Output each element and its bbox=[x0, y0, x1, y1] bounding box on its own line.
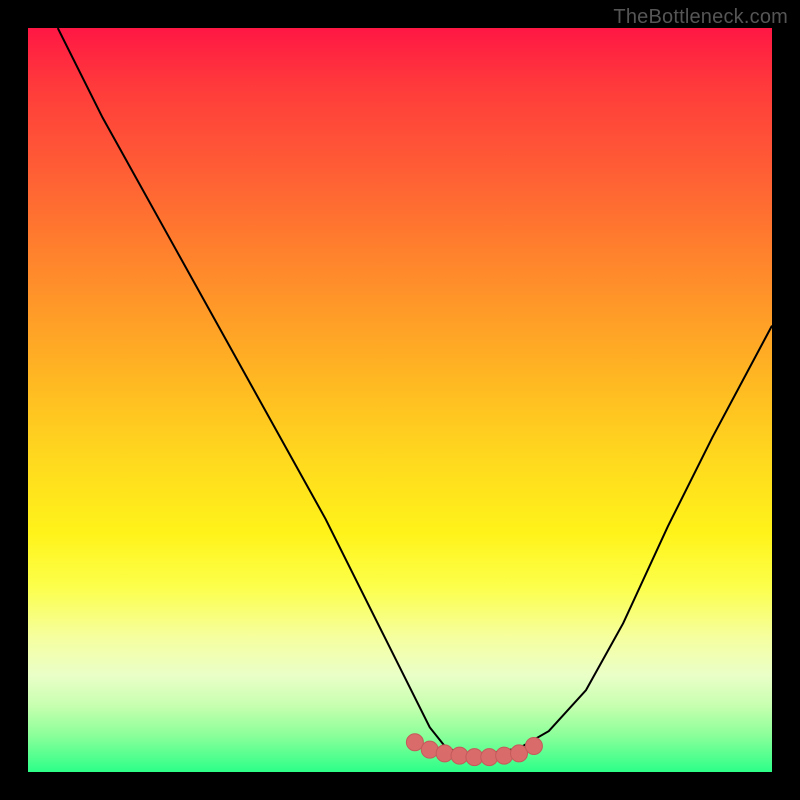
marker-dot bbox=[511, 745, 528, 762]
left-curve-path bbox=[58, 28, 490, 756]
marker-dot bbox=[481, 749, 498, 766]
chart-svg bbox=[28, 28, 772, 772]
marker-dot bbox=[436, 745, 453, 762]
marker-dot bbox=[525, 737, 542, 754]
watermark-text: TheBottleneck.com bbox=[613, 6, 788, 29]
marker-dot bbox=[451, 747, 468, 764]
marker-dot bbox=[421, 741, 438, 758]
marker-group bbox=[406, 734, 542, 766]
marker-dot bbox=[496, 747, 513, 764]
marker-dot bbox=[406, 734, 423, 751]
chart-plot-area bbox=[28, 28, 772, 772]
right-curve-path bbox=[489, 326, 772, 754]
